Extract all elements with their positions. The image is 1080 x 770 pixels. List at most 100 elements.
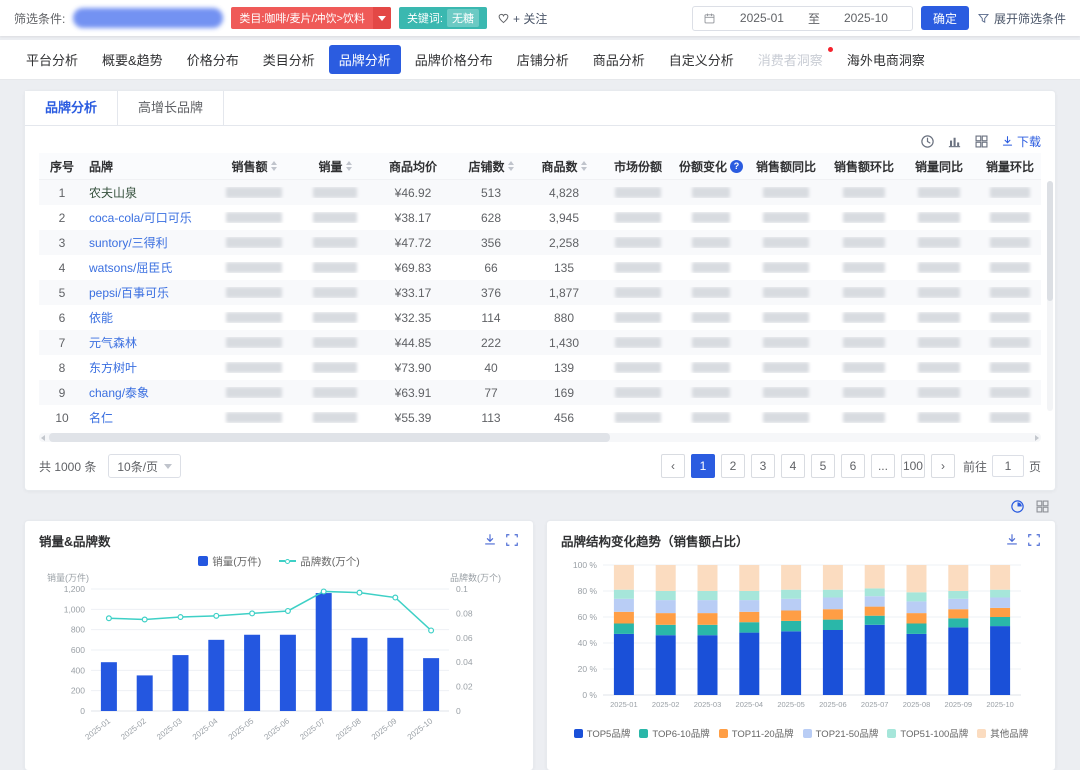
brand-link[interactable]: 依能: [89, 309, 113, 326]
brand-link[interactable]: suntory/三得利: [89, 234, 168, 251]
svg-text:2025-06: 2025-06: [262, 716, 291, 742]
svg-text:2025-06: 2025-06: [819, 700, 847, 709]
page-button-100[interactable]: 100: [901, 454, 925, 478]
subtab-高增长品牌[interactable]: 高增长品牌: [118, 91, 224, 125]
tab-店铺分析[interactable]: 店铺分析: [507, 45, 579, 74]
svg-text:0.08: 0.08: [456, 608, 473, 618]
redacted-cell: [825, 387, 903, 398]
chevron-down-icon: [378, 16, 386, 21]
legend-TOP6-10品牌[interactable]: TOP6-10品牌: [639, 726, 709, 740]
brand-link[interactable]: 东方树叶: [89, 359, 137, 376]
cell: 356: [455, 236, 527, 250]
svg-text:60 %: 60 %: [578, 612, 598, 622]
sort-icon[interactable]: [581, 161, 587, 171]
cell: ¥69.83: [371, 261, 455, 275]
follow-button[interactable]: + 关注: [497, 10, 547, 27]
chart-download-icon[interactable]: [1005, 533, 1019, 547]
category-dropdown-caret[interactable]: [373, 7, 391, 29]
brand-link[interactable]: 名仁: [89, 409, 113, 426]
bar-chart-icon[interactable]: [947, 134, 962, 149]
tab-平台分析[interactable]: 平台分析: [16, 45, 88, 74]
sort-icon[interactable]: [271, 161, 277, 171]
svg-text:0.02: 0.02: [456, 682, 473, 692]
brand-link[interactable]: coca-cola/可口可乐: [89, 209, 192, 226]
tab-概要&趋势[interactable]: 概要&趋势: [92, 45, 173, 74]
tab-海外电商洞察[interactable]: 海外电商洞察: [837, 45, 935, 74]
legend-品牌数(万个)[interactable]: 品牌数(万个): [279, 554, 360, 569]
chart-download-icon[interactable]: [483, 533, 497, 547]
scroll-right-arrow-icon[interactable]: [1035, 435, 1039, 441]
page-size-select[interactable]: 10条/页: [108, 454, 181, 478]
column-header-销售额[interactable]: 销售额: [209, 158, 299, 175]
fullscreen-icon[interactable]: [1027, 533, 1041, 547]
keyword-filter-tag[interactable]: 关键词: 无糖: [399, 7, 487, 29]
download-button[interactable]: 下载: [1001, 133, 1041, 150]
time-pie-icon[interactable]: [1010, 499, 1025, 514]
tab-商品分析[interactable]: 商品分析: [583, 45, 655, 74]
legend-TOP5品牌[interactable]: TOP5品牌: [574, 726, 631, 740]
table-row: 5pepsi/百事可乐¥33.173761,877: [39, 280, 1041, 305]
history-icon[interactable]: [920, 134, 935, 149]
tab-自定义分析[interactable]: 自定义分析: [659, 45, 744, 74]
legend-其他品牌[interactable]: 其他品牌: [977, 726, 1028, 740]
legend-TOP51-100品牌[interactable]: TOP51-100品牌: [887, 726, 968, 740]
svg-text:2025-04: 2025-04: [191, 716, 220, 742]
expand-filters-link[interactable]: 展开筛选条件: [977, 10, 1066, 27]
column-header-店铺数[interactable]: 店铺数: [455, 158, 527, 175]
fullscreen-icon[interactable]: [505, 533, 519, 547]
redacted-cell: [299, 262, 371, 273]
vertical-scrollbar[interactable]: [1047, 181, 1053, 411]
page-button-5[interactable]: 5: [811, 454, 835, 478]
horizontal-scrollbar-thumb[interactable]: [49, 433, 610, 442]
redacted-value: [763, 212, 809, 223]
subtab-品牌分析[interactable]: 品牌分析: [25, 91, 118, 125]
sort-icon[interactable]: [508, 161, 514, 171]
scroll-left-arrow-icon[interactable]: [41, 435, 45, 441]
page-ellipsis[interactable]: ...: [871, 454, 895, 478]
redacted-cell: [675, 337, 747, 348]
legend-销量(万件)[interactable]: 销量(万件): [198, 554, 261, 569]
date-start-value[interactable]: 2025-01: [726, 11, 798, 25]
next-page-button[interactable]: ›: [931, 454, 955, 478]
svg-text:2025-02: 2025-02: [652, 700, 680, 709]
tab-品牌价格分布[interactable]: 品牌价格分布: [405, 45, 503, 74]
legend-TOP11-20品牌[interactable]: TOP11-20品牌: [719, 726, 794, 740]
brand-link[interactable]: watsons/屈臣氏: [89, 259, 172, 276]
redacted-cell: [903, 337, 975, 348]
redacted-value: [763, 187, 809, 198]
confirm-button[interactable]: 确定: [921, 6, 969, 30]
info-icon[interactable]: ?: [730, 160, 743, 173]
goto-page-input[interactable]: [992, 455, 1024, 477]
column-settings-icon[interactable]: [974, 134, 989, 149]
redacted-value: [843, 262, 885, 273]
redacted-cell: [903, 262, 975, 273]
date-end-value[interactable]: 2025-10: [830, 11, 902, 25]
tab-消费者洞察[interactable]: 消费者洞察: [748, 45, 833, 74]
prev-page-button[interactable]: ‹: [661, 454, 685, 478]
brand-link[interactable]: pepsi/百事可乐: [89, 284, 169, 301]
page-button-2[interactable]: 2: [721, 454, 745, 478]
page-button-3[interactable]: 3: [751, 454, 775, 478]
page-button-4[interactable]: 4: [781, 454, 805, 478]
date-range-picker[interactable]: 2025-01 至 2025-10: [692, 6, 913, 31]
tab-价格分布[interactable]: 价格分布: [177, 45, 249, 74]
layout-grid-icon[interactable]: [1035, 499, 1050, 514]
category-filter-tag[interactable]: 类目:咖啡/麦片/冲饮>饮料: [231, 7, 391, 29]
redacted-cell: [825, 312, 903, 323]
column-header-商品数[interactable]: 商品数: [527, 158, 601, 175]
sort-icon[interactable]: [346, 161, 352, 171]
column-header-销量[interactable]: 销量: [299, 158, 371, 175]
legend-TOP21-50品牌[interactable]: TOP21-50品牌: [803, 726, 879, 740]
tab-类目分析[interactable]: 类目分析: [253, 45, 325, 74]
svg-text:2025-03: 2025-03: [155, 716, 184, 742]
brand-link[interactable]: 元气森林: [89, 334, 137, 351]
page-button-1[interactable]: 1: [691, 454, 715, 478]
redacted-value: [843, 187, 885, 198]
page-button-6[interactable]: 6: [841, 454, 865, 478]
brand-link[interactable]: chang/泰象: [89, 384, 149, 401]
vertical-scrollbar-thumb[interactable]: [1047, 181, 1053, 301]
horizontal-scrollbar[interactable]: [39, 433, 1041, 442]
tab-品牌分析[interactable]: 品牌分析: [329, 45, 401, 74]
svg-text:0.04: 0.04: [456, 657, 473, 667]
cell: 66: [455, 261, 527, 275]
